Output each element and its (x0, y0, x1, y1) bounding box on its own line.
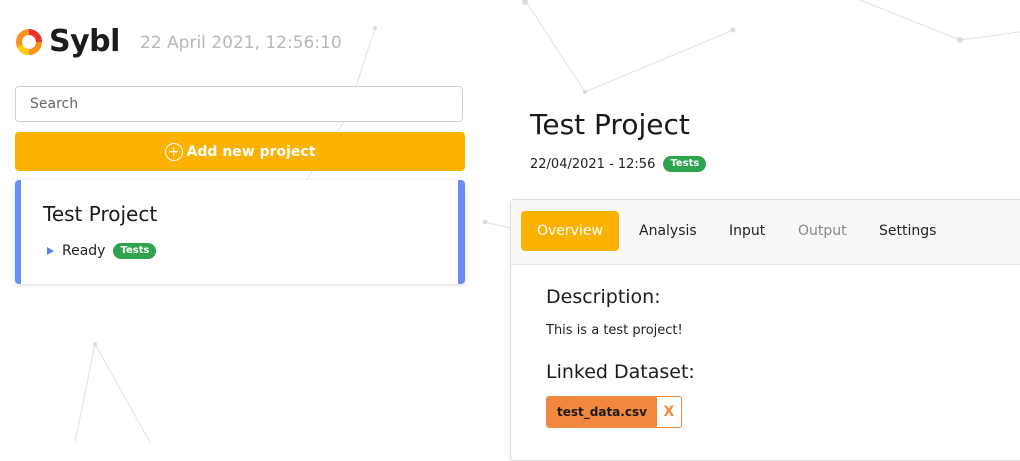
tab-analysis[interactable]: Analysis (639, 211, 697, 251)
project-card[interactable]: Test Project Ready Tests (15, 180, 465, 284)
project-panel: Overview Analysis Input Output Settings … (510, 199, 1020, 461)
project-tabs: Overview Analysis Input Output Settings (511, 200, 1020, 265)
tab-settings[interactable]: Settings (879, 211, 936, 251)
linked-dataset-tag: test_data.csv X (546, 396, 682, 428)
add-new-project-label: Add new project (186, 143, 316, 160)
description-heading: Description: (546, 286, 661, 308)
project-status-text: Ready (62, 243, 106, 259)
tab-input[interactable]: Input (729, 211, 765, 251)
sybl-logo[interactable]: Sybl (15, 24, 120, 59)
plus-circle-icon: + (164, 142, 183, 161)
description-text: This is a test project! (546, 323, 683, 338)
brand-name: Sybl (49, 24, 120, 59)
project-datetime: 22/04/2021 - 12:56 (530, 156, 656, 172)
sybl-logo-icon (16, 28, 42, 55)
project-card-title: Test Project (43, 202, 158, 226)
search-box[interactable] (15, 86, 463, 122)
linked-dataset-heading: Linked Dataset: (546, 361, 695, 383)
project-meta: 22/04/2021 - 12:56 Tests (530, 156, 707, 172)
tab-output[interactable]: Output (798, 211, 847, 251)
dataset-name[interactable]: test_data.csv (547, 397, 657, 427)
search-input[interactable] (28, 95, 462, 113)
tab-overview[interactable]: Overview (521, 211, 619, 251)
remove-dataset-button[interactable]: X (656, 397, 681, 427)
project-tag-badge: Tests (113, 243, 157, 259)
play-icon (47, 247, 54, 255)
add-new-project-button[interactable]: + Add new project (15, 132, 465, 171)
project-card-status: Ready Tests (47, 243, 157, 259)
project-title: Test Project (530, 108, 690, 141)
current-datetime: 22 April 2021, 12:56:10 (140, 33, 342, 53)
project-tag-badge: Tests (663, 156, 707, 172)
